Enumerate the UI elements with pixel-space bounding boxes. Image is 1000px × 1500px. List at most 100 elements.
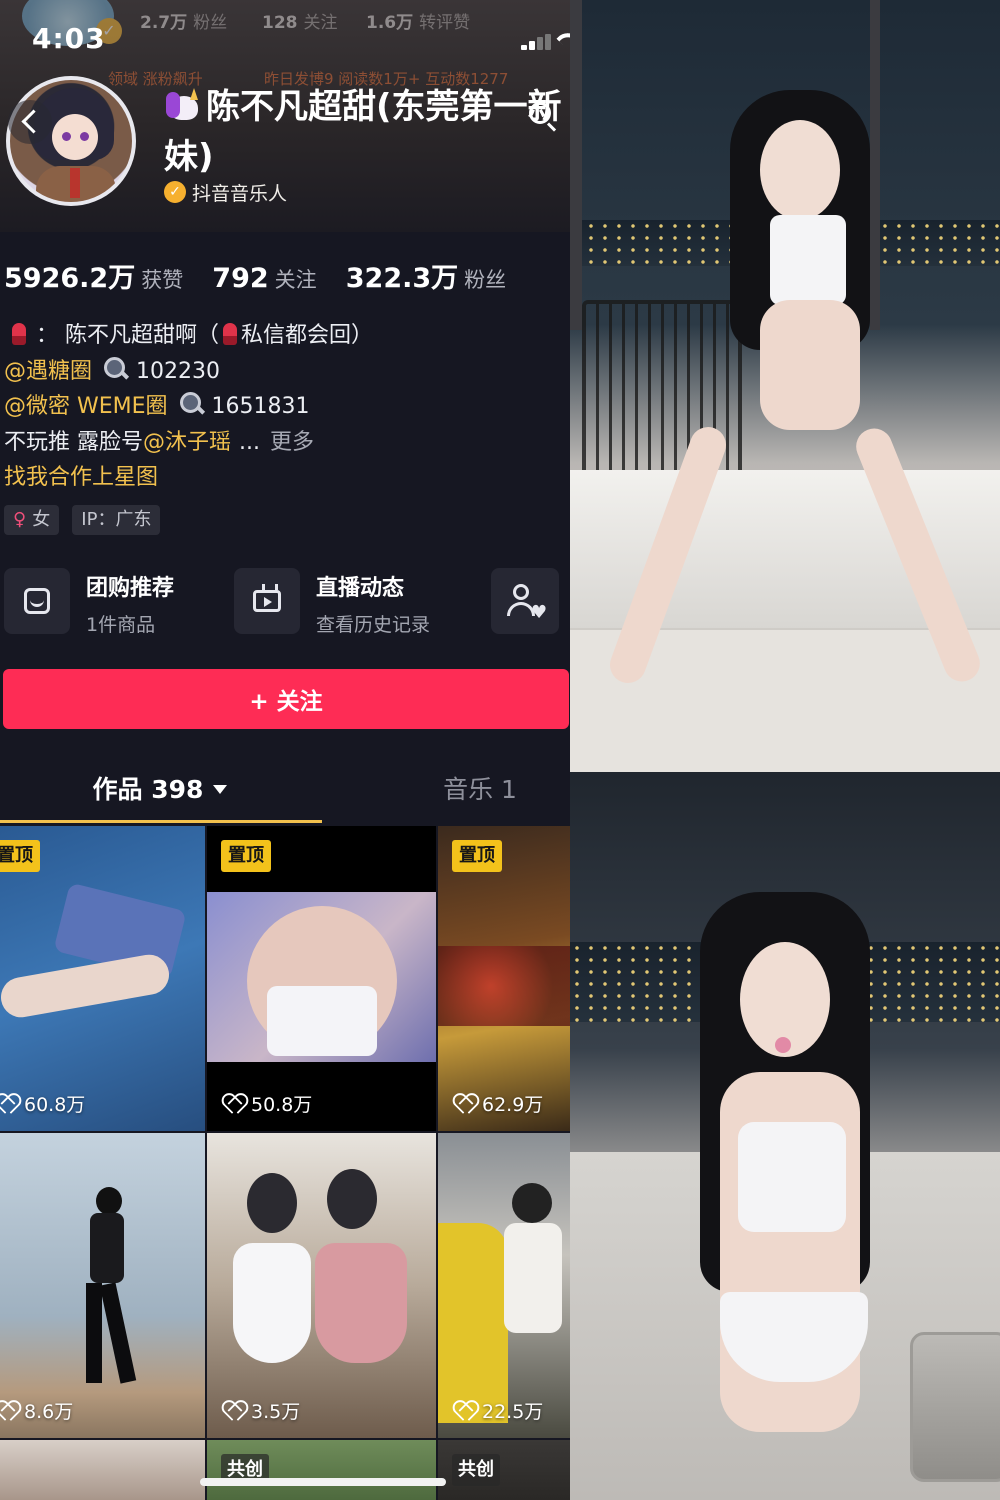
overlay-followers: 2.7万 粉丝 [140, 8, 227, 33]
feature-row: 团购推荐 1件商品 直播动态 查看历史记录 [0, 566, 570, 638]
like-count-value: 8.6万 [24, 1401, 74, 1423]
stat-following[interactable]: 792 关注 [212, 263, 316, 294]
like-count: 62.9万 [454, 1090, 543, 1117]
stat-likes: 5926.2万 获赞 [4, 256, 183, 295]
pinned-badge: 置顶 [0, 840, 40, 872]
photo-top [570, 0, 1000, 772]
bio-line-5: 找我合作上星图 [4, 460, 564, 496]
group-buy-subtitle: 1件商品 [86, 614, 156, 636]
group-buy-card[interactable]: 团购推荐 1件商品 [4, 566, 214, 638]
face [760, 120, 840, 220]
overlay-following-count: 128 [262, 13, 298, 33]
female-icon: ♀ [13, 509, 27, 530]
video-tile[interactable]: 置顶 50.8万 [207, 826, 436, 1131]
content-tabs: 作品 398 音乐 1 [0, 760, 570, 826]
overlay-followers-count: 2.7万 [140, 13, 188, 33]
sports-top [738, 1122, 846, 1232]
shop-icon [4, 568, 70, 634]
profile-name: 陈不凡超甜(东莞第一新妹) [164, 87, 562, 177]
overlay-following: 128 关注 [262, 8, 338, 33]
bio-link-muziyao[interactable]: @沐子瑶 [143, 430, 231, 455]
video-tile[interactable]: 22.5万 [438, 1133, 570, 1438]
stat-followers-value: 322.3万 [345, 263, 459, 294]
like-count: 8.6万 [0, 1397, 73, 1424]
bio-link-xingtu[interactable]: 找我合作上星图 [4, 465, 158, 490]
pinned-badge: 置顶 [452, 840, 502, 872]
profile-stats: 5926.2万 获赞 792 关注 322.3万 粉丝 [4, 256, 564, 296]
group-buy-title: 团购推荐 [86, 576, 175, 601]
home-indicator[interactable] [200, 1478, 446, 1486]
bio-text-1a: ： 陈不凡超甜啊（ [36, 323, 219, 348]
photo-bottom [570, 772, 1000, 1500]
like-count: 22.5万 [454, 1397, 543, 1424]
verification-label: 抖音音乐人 [192, 183, 288, 205]
cocreate-badge: 共创 [452, 1454, 500, 1486]
bio-line-1: ： 陈不凡超甜啊（ 私信都会回） [4, 318, 564, 354]
overlay-reposts: 1.6万 转评赞 [366, 8, 470, 33]
bio: ： 陈不凡超甜啊（ 私信都会回） @遇糖圈 102230 @微密 WEME圈 1651… [4, 318, 564, 496]
like-count: 50.8万 [223, 1090, 312, 1117]
lollipop [775, 1037, 791, 1053]
signal-icon [521, 34, 555, 50]
ip-tag: IP：广东 [72, 505, 161, 535]
pin-icon [12, 323, 26, 345]
bio-number-3: 1651831 [211, 394, 310, 419]
bio-more-link[interactable]: 更多 [270, 430, 314, 455]
add-friend-icon[interactable]: ♥ [491, 568, 559, 634]
profile-tags: ♀ 女 IP：广东 [4, 505, 168, 535]
live-history-title: 直播动态 [316, 576, 405, 601]
heart-icon [454, 1095, 474, 1113]
live-history-subtitle: 查看历史记录 [316, 614, 431, 636]
search-icon[interactable] [527, 100, 557, 132]
stat-likes-label: 获赞 [141, 268, 184, 292]
video-tile[interactable]: 置顶 60.8万 [0, 826, 205, 1131]
bio-ellipsis: ... [239, 429, 260, 455]
stat-following-value: 792 [212, 263, 269, 294]
bio-link-weme[interactable]: @微密 WEME圈 [4, 394, 168, 419]
stat-followers[interactable]: 322.3万 粉丝 [346, 256, 506, 295]
shorts [720, 1292, 868, 1382]
bio-line-2: @遇糖圈 102230 [4, 354, 564, 390]
bio-line-4: 不玩推 露脸号@沐子瑶... 更多 [4, 425, 564, 461]
back-button[interactable] [8, 100, 52, 144]
gender-label: 女 [32, 509, 51, 530]
magnifier-icon [179, 392, 204, 416]
live-history-card[interactable]: 直播动态 查看历史记录 [234, 566, 474, 638]
sink [910, 1332, 1000, 1482]
overlay-reposts-count: 1.6万 [366, 13, 414, 33]
tv-icon [234, 568, 300, 634]
legs-knees [760, 300, 860, 430]
window-frame [570, 0, 582, 330]
like-count: 60.8万 [0, 1090, 85, 1117]
heart-icon [0, 1095, 16, 1113]
chevron-down-icon [213, 785, 228, 794]
video-tile[interactable]: 8.6万 [0, 1133, 205, 1438]
like-count-value: 62.9万 [482, 1094, 544, 1116]
pinned-badge: 置顶 [221, 840, 271, 872]
verified-icon: ✓ [164, 181, 186, 203]
tab-works[interactable]: 作品 398 [0, 760, 320, 826]
video-tile[interactable]: 3.5万 [207, 1133, 436, 1438]
video-tile[interactable]: 共创 [438, 1440, 570, 1500]
tab-music[interactable]: 音乐 1 [390, 760, 570, 826]
active-tab-indicator [0, 820, 322, 823]
video-tile[interactable]: 共创 [207, 1440, 436, 1500]
gender-tag: ♀ 女 [4, 505, 60, 535]
video-tile[interactable]: 置顶 62.9万 [438, 826, 570, 1131]
top [770, 215, 846, 305]
pin-icon [223, 323, 237, 345]
heart-icon [454, 1402, 474, 1420]
heart-icon [0, 1402, 16, 1420]
heart-icon [223, 1402, 243, 1420]
window-frame [870, 0, 880, 330]
status-bar-time: 4:03 [32, 22, 106, 55]
overlay-reposts-label: 转评赞 [419, 13, 471, 33]
bio-number-2: 102230 [136, 358, 220, 384]
follow-button[interactable]: + 关注 [3, 669, 569, 729]
profile-screen: ✓ 2.7万 粉丝 128 关注 1.6万 转评赞 领域 涨粉飙升 昨日发博9 阅读数… [0, 0, 570, 1500]
bio-line-3: @微密 WEME圈 1651831 [4, 389, 564, 425]
like-count: 3.5万 [223, 1397, 300, 1424]
bio-link-yutang[interactable]: @遇糖圈 [4, 359, 92, 384]
video-tile[interactable] [0, 1440, 205, 1500]
like-count-value: 3.5万 [251, 1401, 301, 1423]
